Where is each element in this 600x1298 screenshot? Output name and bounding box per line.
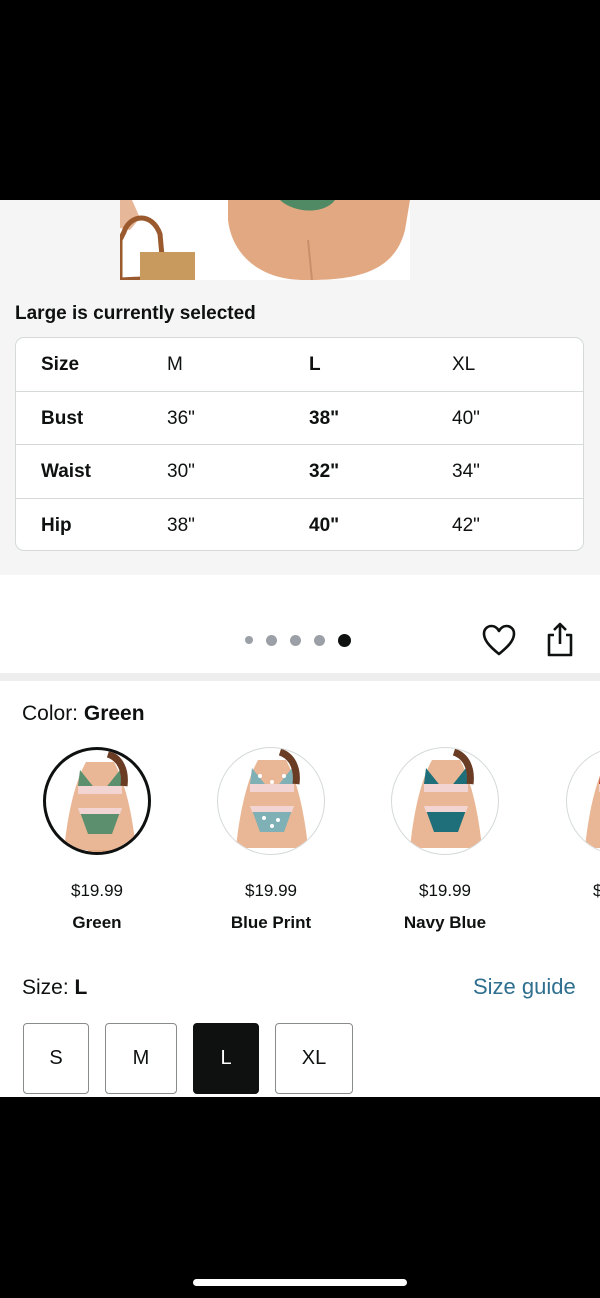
section-divider [0, 673, 600, 681]
carousel-dot-active[interactable] [338, 633, 351, 647]
size-option-xl[interactable]: XL [275, 1023, 353, 1094]
size-label: Size: L [22, 976, 87, 1000]
size-chart-header-row: Size M L XL [16, 338, 583, 392]
row-label: Waist [41, 461, 91, 482]
carousel-dot[interactable] [266, 634, 277, 646]
cell-xl: 42" [452, 514, 480, 536]
color-option-price: $19.99 [419, 881, 471, 900]
size-chart-panel: Large is currently selected Size M L XL … [0, 200, 600, 575]
cell-l: 40" [309, 514, 340, 536]
size-guide-link[interactable]: Size guide [473, 974, 576, 1000]
top-black-area [0, 0, 600, 200]
size-chart-row-bust: Bust 36" 38" 40" [16, 392, 583, 445]
cell-m: 38" [167, 514, 195, 536]
selected-size-value: L [74, 976, 88, 999]
color-option-partial[interactable]: $ [549, 747, 600, 901]
cell-xl: 40" [452, 407, 480, 429]
size-chart-table: Size M L XL Bust 36" 38" 40" Waist 30" 3… [15, 337, 584, 551]
row-label: Hip [41, 514, 72, 536]
color-option-price: $ [593, 881, 600, 900]
cell-l: 32" [309, 461, 340, 482]
selected-size-text: Large is currently selected [15, 303, 256, 324]
cell-m: 30" [167, 461, 195, 482]
cell-m: 36" [167, 407, 195, 429]
size-header-m: M [167, 354, 183, 375]
color-option-blue-print[interactable]: $19.99 Blue Print [201, 747, 341, 933]
product-options-panel: Color: Green $19.99 Green $19.99 Blue Pr… [0, 575, 600, 1097]
size-option-l[interactable]: L [193, 1023, 259, 1094]
heart-icon[interactable] [481, 623, 517, 657]
product-image-crop [120, 200, 410, 280]
size-option-m[interactable]: M [105, 1023, 177, 1094]
size-header-label: Size [41, 354, 80, 375]
swatch-image[interactable] [566, 747, 600, 855]
color-option-green[interactable]: $19.99 Green [27, 747, 167, 933]
color-label: Color: Green [22, 702, 145, 726]
selected-color-name: Green [83, 702, 145, 725]
swatch-image[interactable] [391, 747, 499, 855]
color-option-navy-blue[interactable]: $19.99 Navy Blue [375, 747, 515, 933]
color-option-name: Navy Blue [403, 913, 487, 932]
carousel-page-indicator[interactable] [245, 633, 351, 647]
color-option-name: Blue Print [230, 913, 312, 932]
bottom-black-area [0, 1097, 600, 1298]
share-icon[interactable] [543, 621, 577, 659]
color-option-price: $19.99 [71, 881, 123, 900]
swatch-image[interactable] [217, 747, 325, 855]
size-label-prefix: Size: [22, 976, 75, 999]
carousel-dot[interactable] [314, 634, 325, 646]
row-label: Bust [41, 407, 84, 429]
swatch-image[interactable] [43, 747, 151, 855]
carousel-dot[interactable] [245, 636, 253, 644]
carousel-dot[interactable] [290, 634, 301, 646]
color-label-prefix: Color: [22, 702, 84, 725]
cell-xl: 34" [452, 461, 480, 482]
size-header-xl: XL [452, 354, 476, 375]
color-option-price: $19.99 [245, 881, 297, 900]
color-option-name: Green [72, 913, 122, 932]
size-header-l: L [309, 354, 321, 375]
home-indicator[interactable] [193, 1279, 407, 1286]
size-option-s[interactable]: S [23, 1023, 89, 1094]
size-chart-row-waist: Waist 30" 32" 34" [16, 445, 583, 499]
size-chart-row-hip: Hip 38" 40" 42" [16, 499, 583, 551]
cell-l: 38" [309, 407, 340, 429]
